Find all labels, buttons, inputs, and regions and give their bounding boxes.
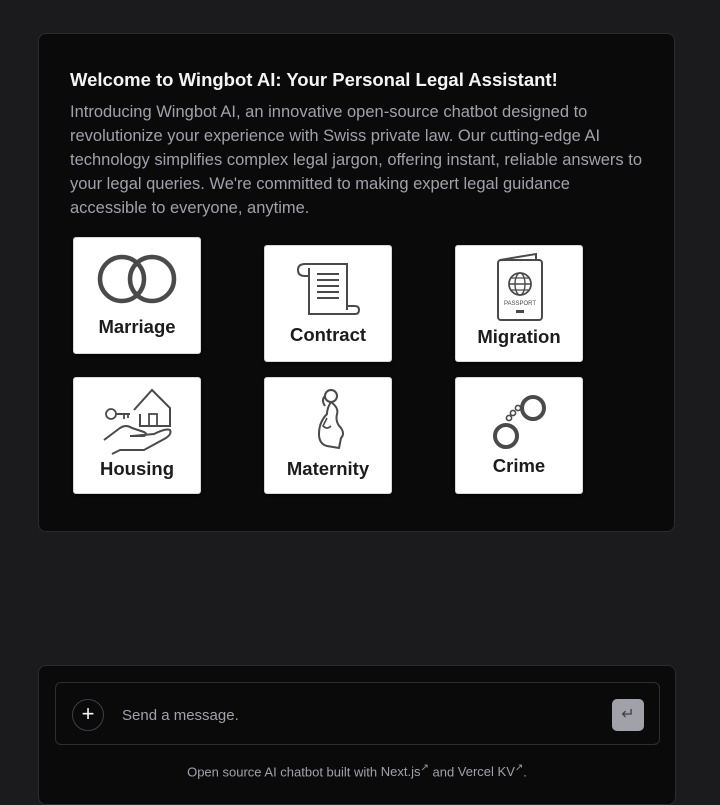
topic-card-crime[interactable]: Crime bbox=[455, 377, 583, 494]
wedding-rings-icon bbox=[97, 254, 177, 304]
topic-card-marriage[interactable]: Marriage bbox=[73, 237, 201, 354]
topic-card-housing[interactable]: Housing bbox=[73, 377, 201, 494]
vercel-kv-link-label: Vercel KV bbox=[457, 764, 515, 780]
topic-card-migration[interactable]: PASSPORT Migration bbox=[455, 245, 583, 362]
nextjs-link[interactable]: Next.js↗ bbox=[380, 763, 429, 780]
topic-label-marriage: Marriage bbox=[98, 316, 176, 337]
scroll-icon bbox=[296, 263, 361, 315]
footer-prefix: Open source AI chatbot built with bbox=[187, 764, 381, 780]
topic-label-crime: Crime bbox=[492, 455, 546, 476]
topic-label-housing: Housing bbox=[100, 458, 174, 479]
topic-card-contract[interactable]: Contract bbox=[264, 245, 392, 362]
topic-label-migration: Migration bbox=[477, 326, 561, 347]
new-chat-button[interactable]: + bbox=[72, 699, 104, 731]
passport-icon: PASSPORT bbox=[497, 252, 543, 321]
pregnant-woman-icon bbox=[318, 389, 344, 449]
footer-suffix: . bbox=[523, 764, 527, 780]
welcome-card: Welcome to Wingbot AI: Your Personal Leg… bbox=[38, 33, 675, 532]
enter-icon: ↵ bbox=[621, 706, 635, 723]
message-input[interactable] bbox=[120, 698, 594, 732]
welcome-description: Introducing Wingbot AI, an innovative op… bbox=[70, 103, 642, 217]
handcuffs-icon bbox=[493, 395, 546, 449]
external-link-icon: ↗ bbox=[420, 763, 429, 774]
composer-box: + ↵ bbox=[55, 682, 660, 745]
footer-note: Open source AI chatbot built with Next.j… bbox=[39, 763, 675, 779]
footer-middle: and bbox=[428, 764, 458, 780]
composer-panel: + ↵ Open source AI chatbot built with Ne… bbox=[38, 665, 676, 805]
vercel-kv-link[interactable]: Vercel KV↗ bbox=[457, 763, 523, 780]
welcome-title: Welcome to Wingbot AI: Your Personal Leg… bbox=[70, 69, 558, 90]
house-key-hand-icon bbox=[103, 388, 172, 455]
topic-label-maternity: Maternity bbox=[286, 458, 370, 479]
send-button[interactable]: ↵ bbox=[612, 699, 644, 731]
passport-text: PASSPORT bbox=[504, 301, 536, 307]
topic-card-maternity[interactable]: Maternity bbox=[264, 377, 392, 494]
topic-label-contract: Contract bbox=[289, 324, 367, 345]
nextjs-link-label: Next.js bbox=[380, 764, 421, 780]
